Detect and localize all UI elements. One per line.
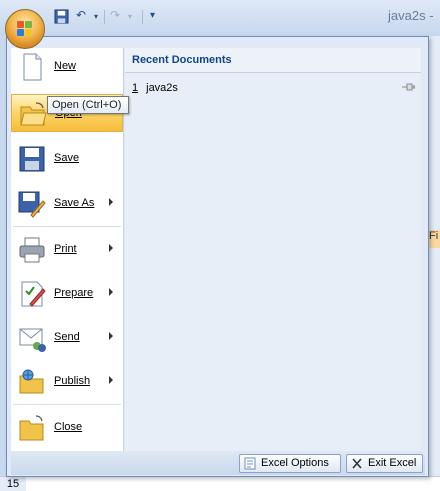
menu-item-label: Prepare [54,287,94,299]
menu-item-label: New [54,60,77,72]
save-as-icon [18,191,46,218]
qat-divider [142,10,143,24]
menu-item-label: Print [54,243,77,255]
office-button[interactable] [5,9,45,49]
recent-document-item[interactable]: 1 java2s [132,82,178,94]
menu-item-label: Save As [54,197,95,209]
menu-item-new[interactable]: New [11,48,123,86]
exit-excel-label: Exit Excel [368,457,417,469]
undo-icon[interactable]: ↶ [76,8,86,25]
open-folder-icon [20,102,47,126]
sheet-row: 15 [0,476,440,491]
menu-item-label: Send [54,331,80,343]
save-disk-icon [19,146,45,172]
submenu-arrow-icon [109,332,113,340]
menu-item-save[interactable]: Save [11,140,123,178]
row-number: 15 [0,477,26,491]
submenu-arrow-icon [109,198,113,206]
submenu-arrow-icon [109,376,113,384]
excel-options-button[interactable]: Excel Options [239,454,341,473]
menu-item-prepare[interactable]: Prepare [11,275,123,313]
new-document-icon [23,53,42,81]
close-folder-icon [19,415,44,441]
redo-icon[interactable]: ↷ [110,8,120,25]
excel-options-label: Excel Options [261,457,329,469]
menu-item-label: Publish [54,375,91,387]
menu-item-label: Save [54,152,80,164]
exit-excel-button[interactable]: Exit Excel [346,454,423,473]
menu-divider [13,226,121,227]
exit-icon [352,458,362,469]
recent-document-number: 1 [132,82,139,94]
customize-qat-icon[interactable]: ▾ [150,10,155,27]
window-title: java2s - [388,8,434,23]
options-icon [244,457,256,470]
qat-divider [104,10,105,24]
pin-icon[interactable] [401,81,415,93]
partial-tab: Fi [428,230,440,248]
menu-item-publish[interactable]: Publish [11,363,123,401]
save-icon[interactable] [54,9,69,24]
title-bar: ↶ ▾ ↷ ▾ ▾ java2s - [0,0,440,36]
publish-icon [19,369,44,394]
menu-item-label: Close [54,421,83,433]
tooltip: Open (Ctrl+O) [47,96,129,114]
recent-documents-panel: Recent Documents 1 java2s [125,48,421,451]
redo-dropdown-icon[interactable]: ▾ [128,12,132,29]
send-icon [19,328,46,352]
menu-item-close[interactable]: Close [11,409,123,447]
menu-footer: Excel Options Exit Excel [11,451,425,475]
printer-icon [19,237,45,263]
submenu-arrow-icon [109,244,113,252]
menu-item-save-as[interactable]: Save As [11,185,123,223]
menu-item-print[interactable]: Print [11,231,123,269]
submenu-arrow-icon [109,288,113,296]
prepare-icon [21,281,46,307]
undo-dropdown-icon[interactable]: ▾ [94,12,98,29]
menu-divider [13,404,121,405]
recent-document-name: java2s [146,82,178,94]
office-logo-icon [17,21,33,37]
menu-item-send[interactable]: Send [11,319,123,357]
recent-documents-header: Recent Documents [125,48,421,73]
